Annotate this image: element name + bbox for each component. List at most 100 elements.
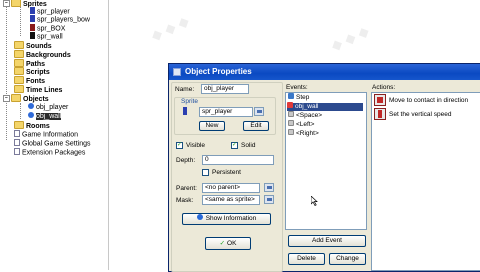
- sprite-icon: [30, 32, 35, 39]
- tree-item-global-game-settings[interactable]: Global Game Settings: [14, 139, 91, 148]
- tree-item-label: spr_player: [37, 8, 70, 16]
- object-icon: [28, 112, 34, 119]
- keyboard-event-icon: [288, 111, 294, 118]
- ok-button[interactable]: ✓ OK: [205, 237, 251, 250]
- depth-label: Depth:: [176, 157, 196, 164]
- tree-item-label: Fonts: [26, 77, 46, 85]
- folder-icon: [14, 50, 24, 58]
- tree-item-label: obj_wall: [36, 113, 62, 120]
- depth-field[interactable]: 0: [202, 155, 274, 165]
- folder-icon: [14, 121, 24, 129]
- watermark: ◆ ◆ ◆: [148, 12, 192, 44]
- event-collision-obj-wall[interactable]: obj_wall: [287, 102, 363, 111]
- parent-browse-icon[interactable]: [264, 183, 274, 192]
- collision-event-icon: [287, 102, 293, 109]
- tree-folder-objects[interactable]: − Objects: [3, 94, 49, 103]
- new-sprite-button[interactable]: New: [199, 121, 225, 131]
- tree-item-spr-box[interactable]: spr_BOX: [30, 24, 65, 33]
- event-step[interactable]: Step: [288, 93, 309, 102]
- tree-folder-backgrounds[interactable]: Backgrounds: [14, 50, 71, 59]
- sprite-icon: [30, 7, 35, 14]
- keyboard-event-icon: [288, 120, 294, 127]
- sprite-select[interactable]: spr_player: [199, 107, 253, 117]
- tree-item-label: spr_wall: [37, 33, 63, 41]
- tree-item-game-information[interactable]: Game Information: [14, 130, 79, 139]
- mask-browse-icon[interactable]: [264, 195, 274, 204]
- delete-event-button[interactable]: Delete: [288, 253, 325, 265]
- tree-item-label: Paths: [26, 60, 46, 68]
- action-move-to-contact[interactable]: Move to contact in direction: [389, 97, 468, 104]
- keyboard-event-icon: [288, 129, 294, 136]
- tree-item-label: Sounds: [26, 42, 52, 50]
- tree-item-obj-wall[interactable]: obj_wall: [28, 112, 62, 121]
- tree-item-label: Game Information: [22, 131, 79, 139]
- info-icon: [196, 214, 203, 221]
- resource-tree[interactable]: − Sprites spr_player spr_players_bow spr_…: [0, 0, 109, 270]
- name-label: Name:: [175, 86, 195, 93]
- actions-list[interactable]: Move to contact in direction Set the ver…: [371, 92, 480, 271]
- persistent-checkbox[interactable]: [202, 169, 209, 176]
- sprite-icon: [30, 15, 35, 22]
- tree-folder-sprites[interactable]: − Sprites: [3, 0, 47, 8]
- folder-icon: [14, 85, 24, 93]
- tree-item-label: Objects: [23, 95, 49, 103]
- document-icon: [14, 130, 20, 137]
- tree-folder-scripts[interactable]: Scripts: [14, 67, 50, 76]
- tree-item-spr-wall[interactable]: spr_wall: [30, 32, 63, 41]
- collapse-icon[interactable]: −: [3, 0, 10, 7]
- watermark: ◆ ◆ ◆: [328, 22, 372, 54]
- events-list[interactable]: Step obj_wall <Space> <Left> <Right>: [285, 92, 367, 230]
- object-icon: [28, 103, 34, 110]
- sprite-preview-icon: [183, 107, 187, 115]
- tree-item-spr-players-bow[interactable]: spr_players_bow: [30, 15, 90, 24]
- name-field[interactable]: obj_player: [201, 84, 249, 94]
- object-properties-dialog: Object Properties Name: obj_player Sprit…: [168, 63, 480, 272]
- change-event-button[interactable]: Change: [329, 253, 366, 265]
- folder-icon: [14, 76, 24, 84]
- visible-checkbox[interactable]: ✓: [176, 142, 183, 149]
- edit-sprite-button[interactable]: Edit: [243, 121, 269, 131]
- tree-item-label: spr_players_bow: [37, 16, 90, 24]
- tree-item-label: Time Lines: [26, 86, 63, 94]
- sprite-browse-icon[interactable]: [254, 107, 264, 116]
- event-left[interactable]: <Left>: [288, 120, 314, 129]
- solid-label: Solid: [241, 142, 256, 149]
- show-information-button[interactable]: Show Information: [182, 213, 271, 225]
- visible-label: Visible: [186, 142, 206, 149]
- persistent-label: Persistent: [212, 169, 241, 176]
- tree-item-label: Global Game Settings: [22, 140, 91, 148]
- tree-item-extension-packages[interactable]: Extension Packages: [14, 148, 86, 157]
- event-space[interactable]: <Space>: [288, 111, 322, 120]
- parent-select[interactable]: <no parent>: [202, 183, 260, 193]
- mouse-cursor-icon: [311, 196, 318, 206]
- tree-item-label: obj_player: [36, 104, 69, 111]
- ok-label: OK: [227, 240, 237, 247]
- dialog-titlebar[interactable]: Object Properties: [169, 64, 480, 80]
- document-icon: [14, 139, 20, 146]
- mask-select[interactable]: <same as sprite>: [202, 195, 260, 205]
- folder-icon: [14, 59, 24, 67]
- folder-icon: [14, 41, 24, 49]
- tree-folder-fonts[interactable]: Fonts: [14, 76, 46, 85]
- folder-icon: [11, 0, 21, 7]
- tree-item-label: Extension Packages: [22, 149, 86, 157]
- tree-item-label: Scripts: [26, 68, 50, 76]
- tree-item-obj-player[interactable]: obj_player: [28, 103, 69, 112]
- tree-line: [20, 103, 21, 119]
- tree-folder-time-lines[interactable]: Time Lines: [14, 85, 63, 94]
- add-event-button[interactable]: Add Event: [288, 235, 366, 247]
- event-label: obj_wall: [295, 103, 319, 110]
- collapse-icon[interactable]: −: [3, 94, 10, 102]
- actions-label: Actions:: [372, 84, 396, 91]
- move-contact-action-icon: [374, 94, 386, 106]
- event-right[interactable]: <Right>: [288, 129, 319, 138]
- folder-icon: [11, 94, 21, 102]
- action-set-vertical-speed[interactable]: Set the vertical speed: [389, 111, 452, 118]
- mask-label: Mask:: [176, 197, 194, 204]
- tree-folder-rooms[interactable]: Rooms: [14, 121, 50, 130]
- tree-folder-sounds[interactable]: Sounds: [14, 41, 52, 50]
- solid-checkbox[interactable]: ✓: [231, 142, 238, 149]
- tree-item-spr-player[interactable]: spr_player: [30, 7, 70, 16]
- vertical-speed-action-icon: [374, 108, 386, 120]
- tree-line: [6, 0, 7, 140]
